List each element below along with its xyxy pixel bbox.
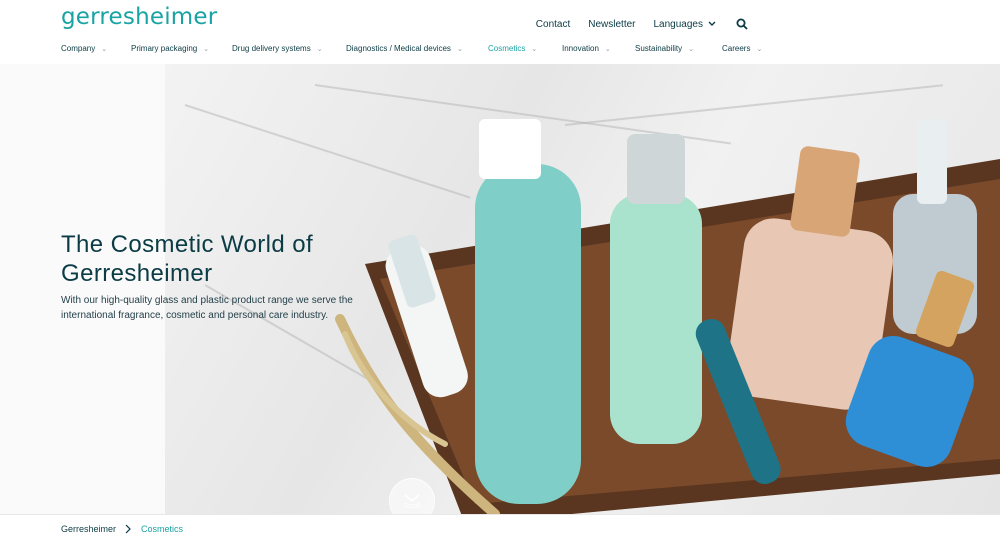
chevron-down-icon: ⌄ bbox=[101, 45, 108, 53]
breadcrumb: Gerresheimer Cosmetics bbox=[0, 514, 1000, 543]
nav-label: Careers bbox=[722, 44, 751, 53]
search-icon[interactable] bbox=[736, 18, 748, 30]
breadcrumb-home[interactable]: Gerresheimer bbox=[61, 524, 116, 534]
hero-title-line2: Gerresheimer bbox=[61, 260, 213, 287]
nav-item-company[interactable]: Company ⌄ bbox=[61, 44, 131, 53]
newsletter-link[interactable]: Newsletter bbox=[588, 19, 635, 30]
utility-nav: Contact Newsletter Languages bbox=[536, 18, 748, 30]
hero-description: With our high-quality glass and plastic … bbox=[61, 295, 353, 321]
hero-left-panel bbox=[0, 64, 165, 514]
cosmetic-products-illustration bbox=[335, 119, 1000, 514]
nav-item-primary-packaging[interactable]: Primary packaging ⌄ bbox=[131, 44, 232, 53]
chevron-down-icon: ⌄ bbox=[756, 45, 763, 53]
chevron-down-icon bbox=[708, 21, 716, 26]
hero-title: The Cosmetic World of Gerresheimer bbox=[61, 230, 371, 288]
nav-label: Diagnostics / Medical devices bbox=[346, 44, 451, 53]
contact-link[interactable]: Contact bbox=[536, 19, 570, 30]
chevron-down-icon: ⌄ bbox=[203, 45, 210, 53]
scroll-label: Scroll bbox=[403, 502, 421, 510]
main-nav: Company ⌄ Primary packaging ⌄ Drug deliver… bbox=[61, 44, 782, 53]
gerresheimer-logo[interactable]: gerresheimer bbox=[61, 4, 217, 30]
breadcrumb-current: Cosmetics bbox=[141, 524, 184, 534]
chevron-down-icon: ⌄ bbox=[604, 45, 611, 53]
nav-item-sustainability[interactable]: Sustainability ⌄ bbox=[635, 44, 722, 53]
hero-title-line1: The Cosmetic World of bbox=[61, 231, 314, 258]
nav-item-drug-delivery-systems[interactable]: Drug delivery systems ⌄ bbox=[232, 44, 346, 53]
chevron-down-icon: ⌄ bbox=[531, 45, 538, 53]
nav-item-cosmetics[interactable]: Cosmetics ⌄ bbox=[488, 44, 562, 53]
nav-label: Primary packaging bbox=[131, 44, 198, 53]
chevron-down-icon bbox=[404, 493, 420, 502]
hero-image bbox=[165, 64, 1000, 514]
nav-label: Cosmetics bbox=[488, 44, 526, 53]
nav-item-diagnostics[interactable]: Diagnostics / Medical devices ⌄ bbox=[346, 44, 488, 53]
nav-label: Company bbox=[61, 44, 96, 53]
nav-label: Innovation bbox=[562, 44, 599, 53]
nav-label: Drug delivery systems bbox=[232, 44, 311, 53]
nav-item-careers[interactable]: Careers ⌄ bbox=[722, 44, 782, 53]
chevron-right-icon bbox=[125, 524, 131, 534]
hero-section: The Cosmetic World of Gerresheimer With … bbox=[0, 64, 1000, 514]
nav-item-innovation[interactable]: Innovation ⌄ bbox=[562, 44, 635, 53]
nav-label: Sustainability bbox=[635, 44, 683, 53]
chevron-down-icon: ⌄ bbox=[316, 45, 323, 53]
site-header: gerresheimer Contact Newsletter Language… bbox=[0, 0, 1000, 64]
chevron-down-icon: ⌄ bbox=[688, 45, 695, 53]
languages-dropdown[interactable]: Languages bbox=[654, 19, 717, 30]
chevron-down-icon: ⌄ bbox=[456, 45, 463, 53]
languages-label: Languages bbox=[653, 18, 704, 30]
